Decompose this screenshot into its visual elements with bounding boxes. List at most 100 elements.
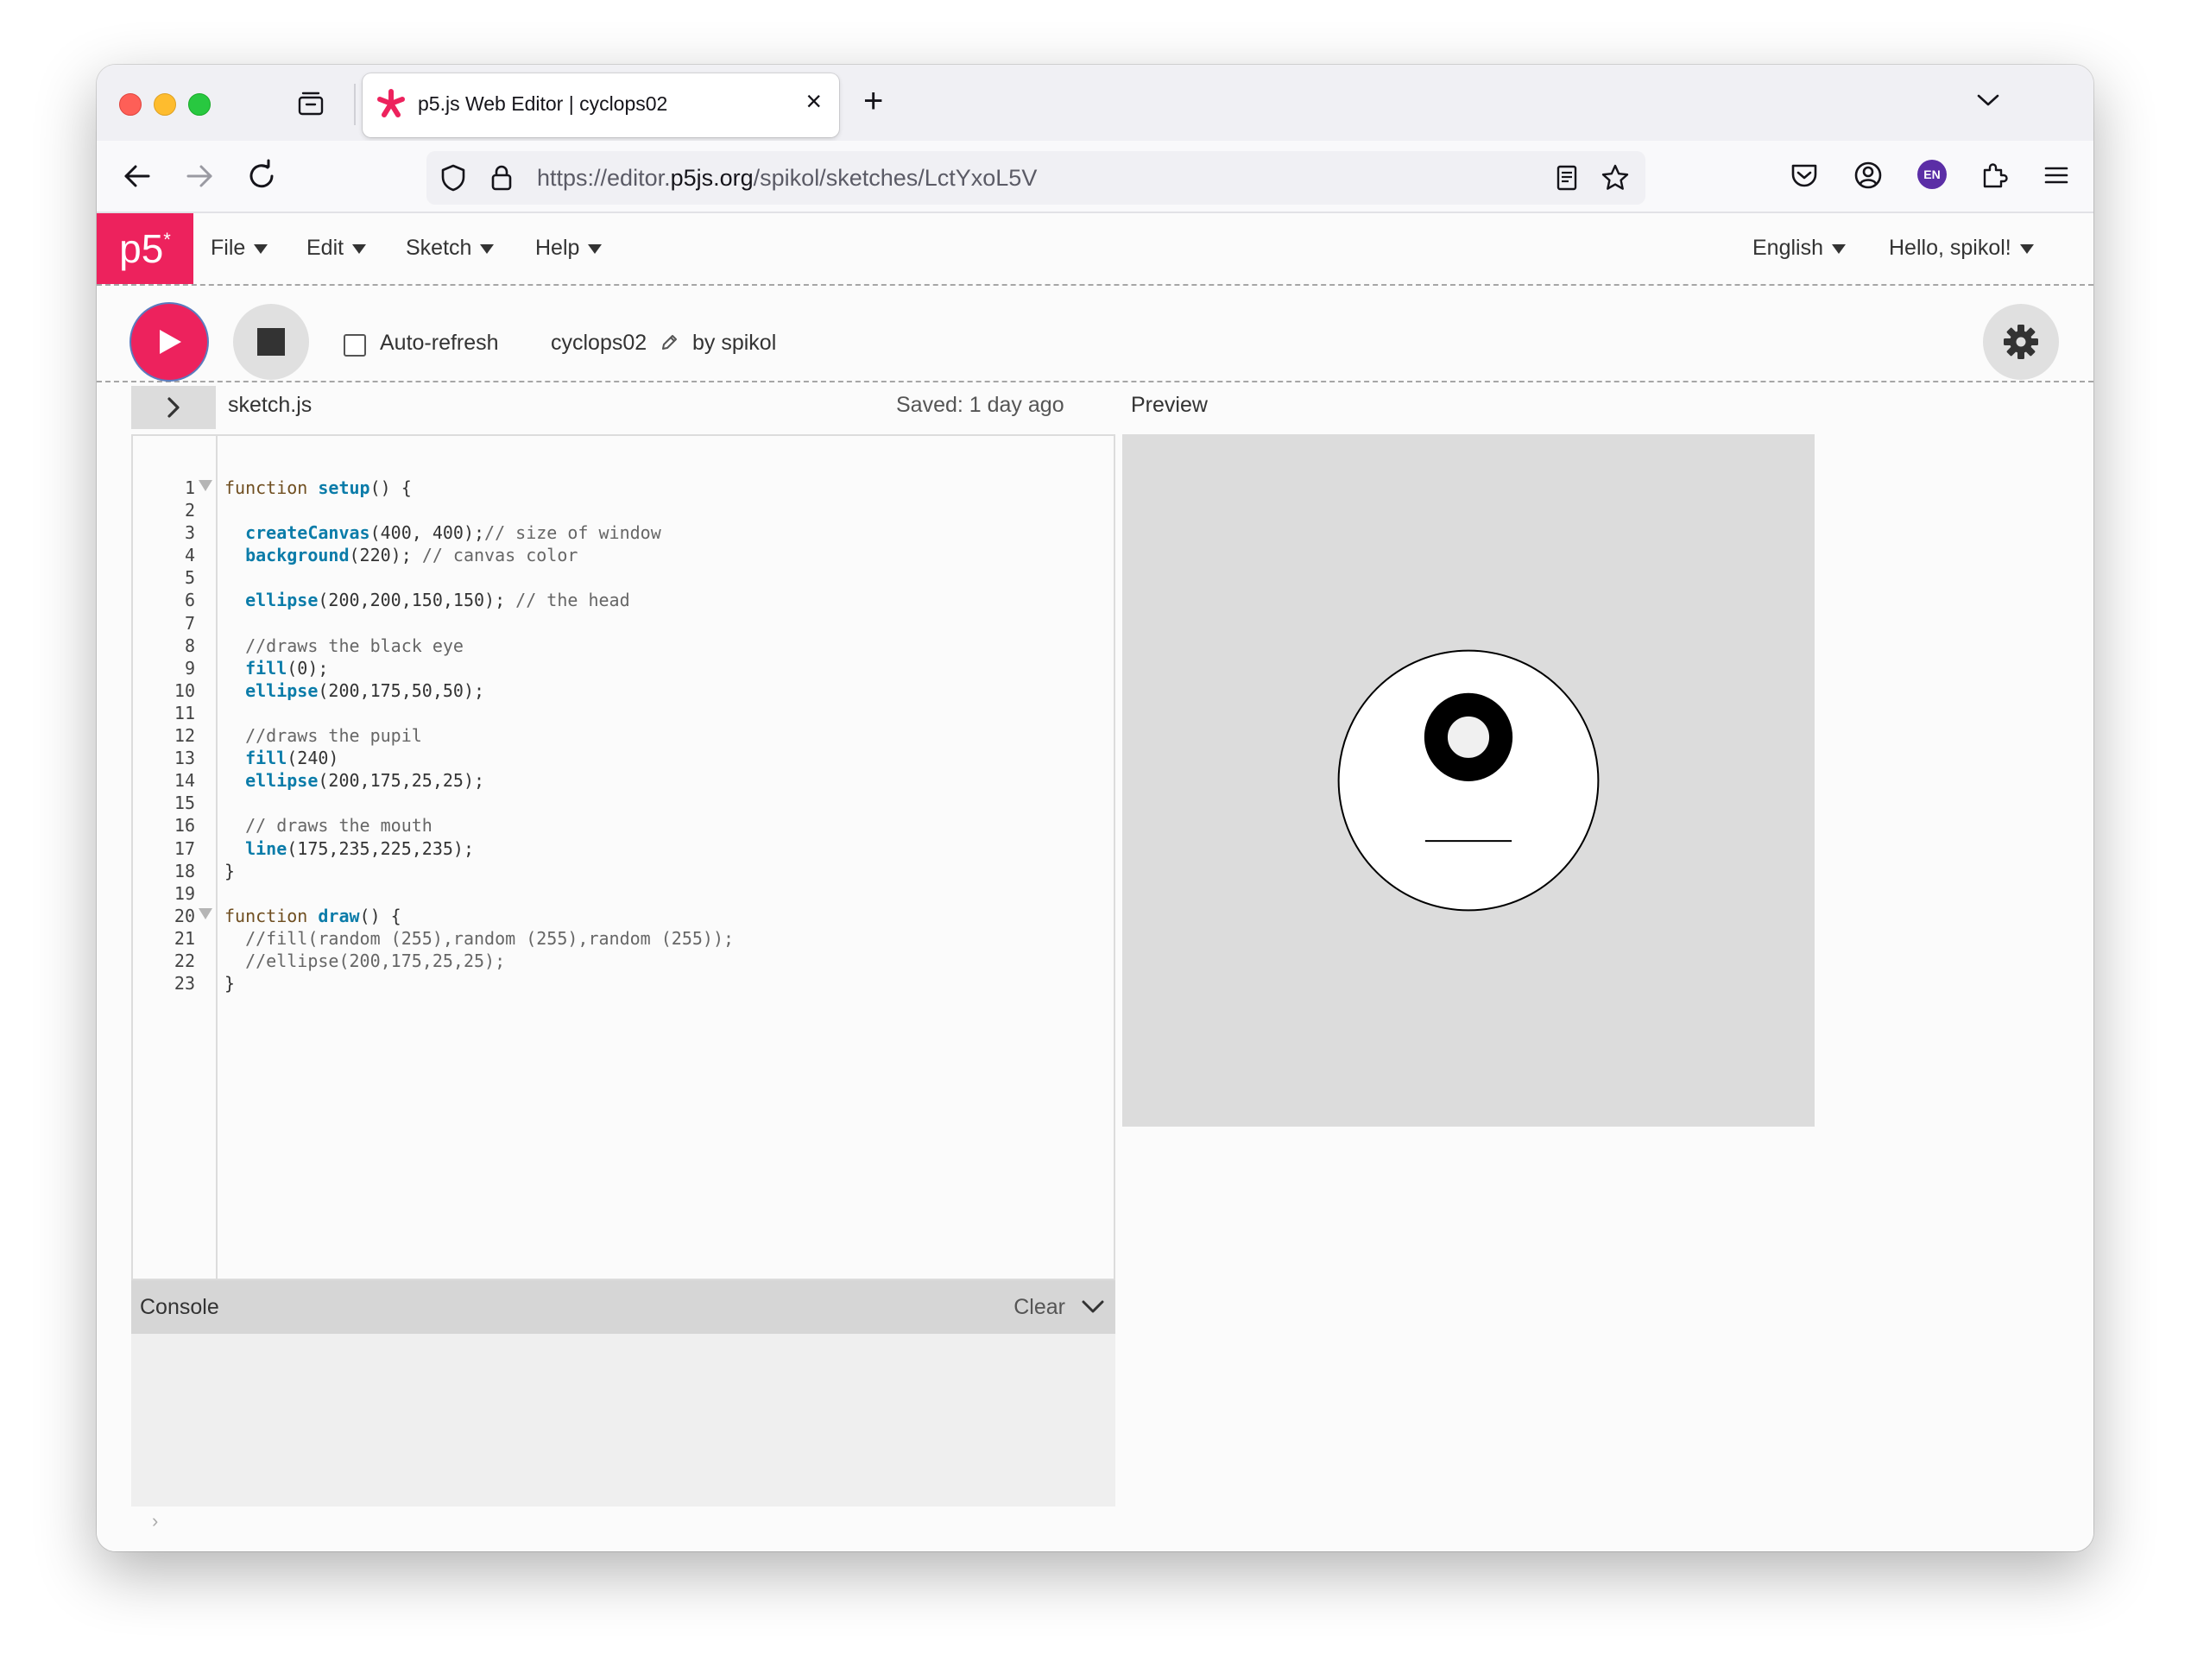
- code-line[interactable]: 21 //fill(random (255),random (255),rand…: [133, 928, 1114, 951]
- code-line[interactable]: 4 background(220); // canvas color: [133, 545, 1114, 567]
- menu-help[interactable]: Help: [535, 236, 603, 261]
- window-minimize-button[interactable]: [154, 93, 176, 116]
- play-button[interactable]: [131, 304, 207, 380]
- console-collapse-chevron-icon[interactable]: [1081, 1298, 1105, 1317]
- address-bar[interactable]: https://editor.p5js.org/spikol/sketches/…: [426, 151, 1645, 205]
- code-line[interactable]: 19: [133, 883, 1114, 906]
- fold-arrow-icon[interactable]: [199, 480, 212, 491]
- lock-icon[interactable]: [487, 163, 516, 193]
- account-icon[interactable]: [1851, 158, 1885, 193]
- cyclops-sketch-drawing: [1337, 649, 1600, 912]
- bookmark-star-icon[interactable]: [1601, 163, 1630, 193]
- auto-refresh-label[interactable]: Auto-refresh: [380, 331, 499, 356]
- window-maximize-button[interactable]: [188, 93, 211, 116]
- line-number: 3: [184, 522, 195, 544]
- code-token: (175,235,225,235);: [287, 837, 475, 859]
- code-token: (240): [287, 748, 339, 769]
- p5-editor: p5 * File Edit Sketch Help English Hello,…: [97, 213, 2093, 1551]
- code-text: fill(240): [224, 748, 338, 768]
- language-dropdown[interactable]: English: [1752, 236, 1846, 261]
- reader-view-icon[interactable]: [1552, 163, 1582, 193]
- code-line[interactable]: 18}: [133, 861, 1114, 883]
- code-line[interactable]: 15: [133, 793, 1114, 815]
- code-token: //draws the pupil: [245, 725, 422, 747]
- tracking-protection-shield-icon[interactable]: [439, 163, 468, 193]
- code-line[interactable]: 5: [133, 567, 1114, 590]
- extensions-puzzle-icon[interactable]: [1977, 158, 2011, 193]
- code-line[interactable]: 22 //ellipse(200,175,25,25);: [133, 951, 1114, 973]
- back-arrow-icon[interactable]: [119, 158, 155, 194]
- pocket-icon[interactable]: [1787, 158, 1822, 193]
- list-all-tabs-chevron-icon[interactable]: [1976, 91, 2000, 110]
- line-number: 14: [174, 770, 195, 792]
- code-line[interactable]: 23}: [133, 973, 1114, 995]
- code-line[interactable]: 16 // draws the mouth: [133, 815, 1114, 837]
- code-line[interactable]: 10 ellipse(200,175,50,50);: [133, 680, 1114, 703]
- code-line[interactable]: 17 line(175,235,225,235);: [133, 838, 1114, 861]
- code-token: }: [224, 973, 236, 995]
- caret-down-icon: [254, 243, 268, 254]
- code-text: ellipse(200,175,50,50);: [224, 680, 484, 701]
- code-line[interactable]: 11: [133, 703, 1114, 725]
- code-line[interactable]: 6 ellipse(200,200,150,150); // the head: [133, 590, 1114, 612]
- code-line[interactable]: 2: [133, 500, 1114, 522]
- new-tab-icon[interactable]: +: [863, 84, 883, 118]
- auto-refresh-checkbox[interactable]: [344, 334, 366, 357]
- url-text[interactable]: https://editor.p5js.org/spikol/sketches/…: [537, 165, 1037, 192]
- forward-arrow-icon[interactable]: [181, 158, 218, 194]
- line-number: 12: [174, 725, 195, 747]
- sidebar-toggle-button[interactable]: [131, 386, 216, 429]
- code-token: setup: [318, 477, 370, 498]
- code-line[interactable]: 7: [133, 613, 1114, 635]
- reload-icon[interactable]: [243, 158, 280, 194]
- line-number: 20: [174, 905, 195, 926]
- user-menu[interactable]: Hello, spikol!: [1889, 236, 2034, 261]
- file-name: sketch.js: [228, 393, 313, 417]
- code-line[interactable]: 1 function setup() {: [133, 477, 1114, 500]
- play-icon: [160, 330, 181, 354]
- code-line[interactable]: 12 //draws the pupil: [133, 725, 1114, 748]
- code-line[interactable]: 14 ellipse(200,175,25,25);: [133, 770, 1114, 793]
- sketch-name[interactable]: cyclops02: [551, 331, 647, 356]
- menu-edit[interactable]: Edit: [306, 236, 367, 261]
- window-close-button[interactable]: [119, 93, 142, 116]
- menu-sketch-label: Sketch: [406, 236, 472, 260]
- code-token: //ellipse(200,175,25,25);: [245, 950, 506, 971]
- tab-overview-icon[interactable]: [297, 91, 325, 117]
- p5-logo[interactable]: p5 *: [97, 213, 193, 284]
- console-input[interactable]: ›: [131, 1506, 1115, 1541]
- hamburger-menu-icon[interactable]: [2039, 158, 2074, 193]
- code-text: line(175,235,225,235);: [224, 838, 474, 859]
- language-label: English: [1752, 236, 1823, 260]
- code-text: //draws the black eye: [224, 635, 464, 656]
- stop-icon: [257, 328, 285, 356]
- code-line[interactable]: 3 createCanvas(400, 400);// size of wind…: [133, 522, 1114, 545]
- code-line[interactable]: 20 function draw() {: [133, 906, 1114, 928]
- tab-title: p5.js Web Editor | cyclops02: [418, 92, 668, 115]
- code-line[interactable]: 9 fill(0);: [133, 658, 1114, 680]
- sketch-owner[interactable]: by spikol: [692, 331, 776, 356]
- tab-p5js-editor[interactable]: p5.js Web Editor | cyclops02 ×: [363, 73, 839, 137]
- stop-button[interactable]: [233, 304, 309, 380]
- code-editor[interactable]: 1 function setup() {2 3 createCanvas(400, …: [131, 434, 1115, 1280]
- code-line[interactable]: 13 fill(240): [133, 748, 1114, 770]
- p5-menu-bar: p5 * File Edit Sketch Help English Hello,…: [97, 213, 2093, 286]
- menu-sketch[interactable]: Sketch: [406, 236, 495, 261]
- preview-canvas[interactable]: [1122, 434, 1815, 1127]
- settings-button[interactable]: [1983, 304, 2059, 380]
- code-lines[interactable]: 1 function setup() {2 3 createCanvas(400, …: [133, 477, 1114, 995]
- fold-arrow-icon[interactable]: [199, 907, 212, 919]
- menu-file[interactable]: File: [211, 236, 268, 261]
- code-token: fill: [245, 748, 287, 769]
- line-number: 1: [184, 477, 195, 498]
- code-token: //draws the black eye: [245, 635, 464, 656]
- profile-avatar[interactable]: EN: [1917, 160, 1947, 189]
- close-tab-icon[interactable]: ×: [805, 87, 822, 115]
- code-text: fill(0);: [224, 658, 328, 679]
- pencil-edit-icon[interactable]: [660, 333, 679, 352]
- code-line[interactable]: 8 //draws the black eye: [133, 635, 1114, 658]
- console-clear-button[interactable]: Clear: [1013, 1295, 1065, 1320]
